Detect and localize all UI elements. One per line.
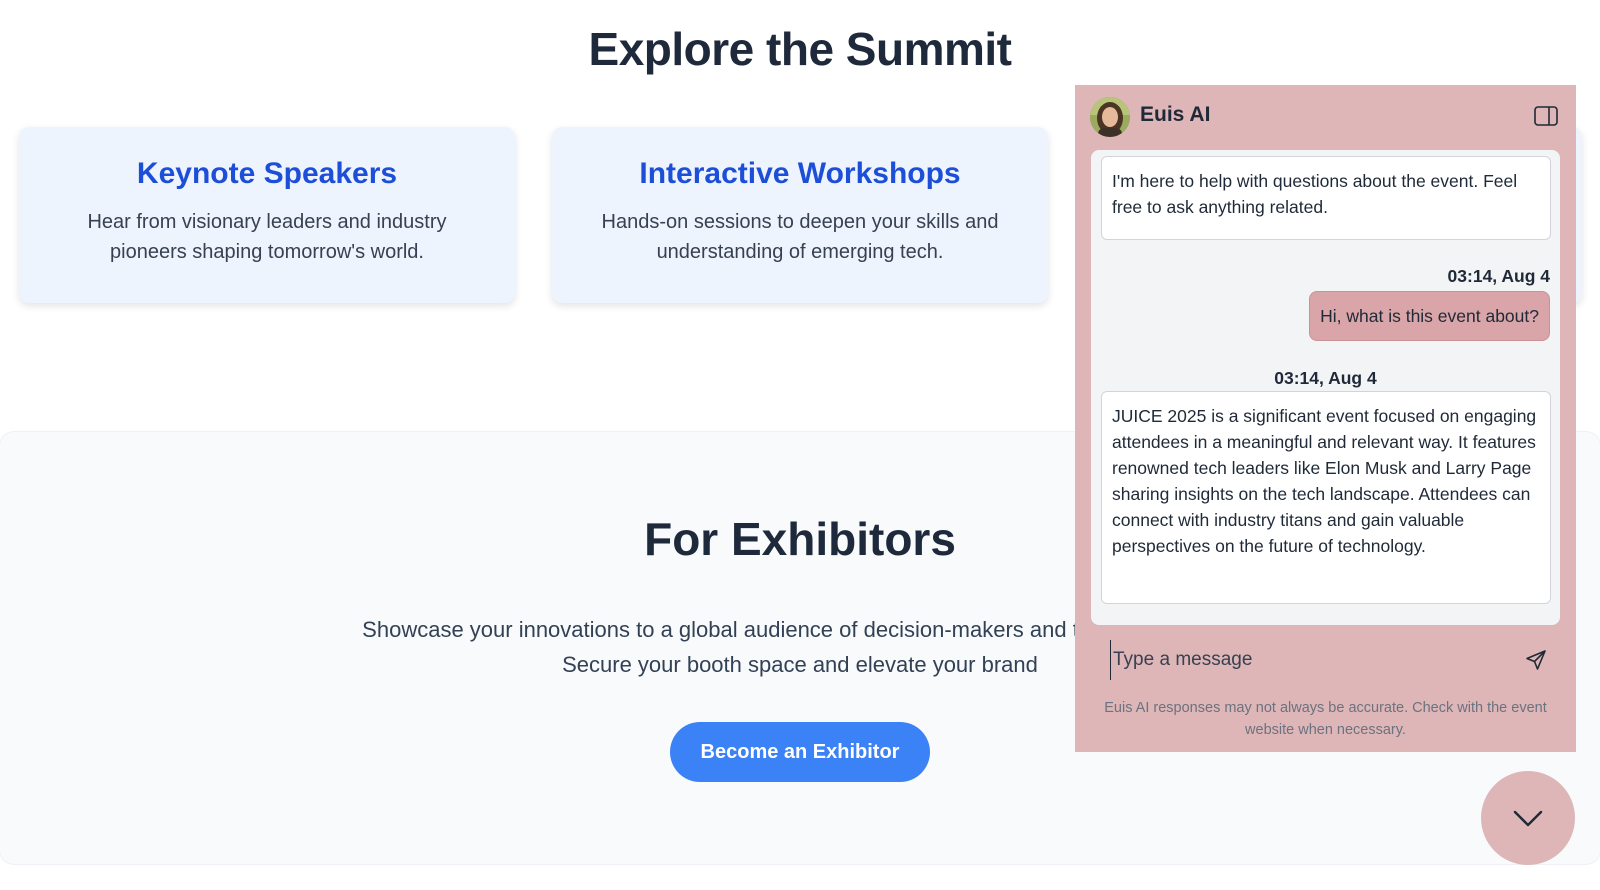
message-list[interactable]: I'm here to help with questions about th… — [1091, 150, 1560, 625]
message-input[interactable] — [1110, 640, 1490, 680]
card-interactive-workshops: Interactive Workshops Hands-on sessions … — [552, 127, 1048, 303]
card-title: Keynote Speakers — [136, 157, 398, 190]
avatar — [1090, 97, 1130, 137]
chat-title: Euis AI — [1140, 103, 1211, 126]
bot-message: I'm here to help with questions about th… — [1101, 156, 1551, 240]
chat-header: Euis AI — [1075, 85, 1576, 150]
card-title: Interactive Workshops — [639, 157, 961, 190]
chat-toggle-button[interactable] — [1481, 771, 1575, 865]
page: Explore the Summit Keynote Speakers Hear… — [0, 0, 1600, 890]
summit-title: Explore the Summit — [588, 23, 1012, 75]
user-message: Hi, what is this event about? — [1309, 291, 1550, 341]
message-timestamp: 03:14, Aug 4 — [1447, 266, 1550, 286]
card-keynote-speakers: Keynote Speakers Hear from visionary lea… — [19, 127, 515, 303]
send-icon[interactable] — [1524, 648, 1548, 672]
chat-widget: Euis AI I'm here to help with questions … — [1075, 85, 1576, 752]
chevron-down-icon — [1513, 810, 1543, 827]
bot-message: JUICE 2025 is a significant event focuse… — [1101, 391, 1551, 604]
card-description: Hear from visionary leaders and industry… — [87, 211, 447, 263]
message-timestamp: 03:14, Aug 4 — [1274, 368, 1377, 388]
become-exhibitor-button[interactable]: Become an Exhibitor — [670, 722, 930, 782]
disclaimer-text: Euis AI responses may not always be accu… — [1104, 700, 1547, 738]
sidebar-panel-icon[interactable] — [1534, 106, 1558, 126]
card-description: Hands-on sessions to deepen your skills … — [601, 211, 999, 263]
